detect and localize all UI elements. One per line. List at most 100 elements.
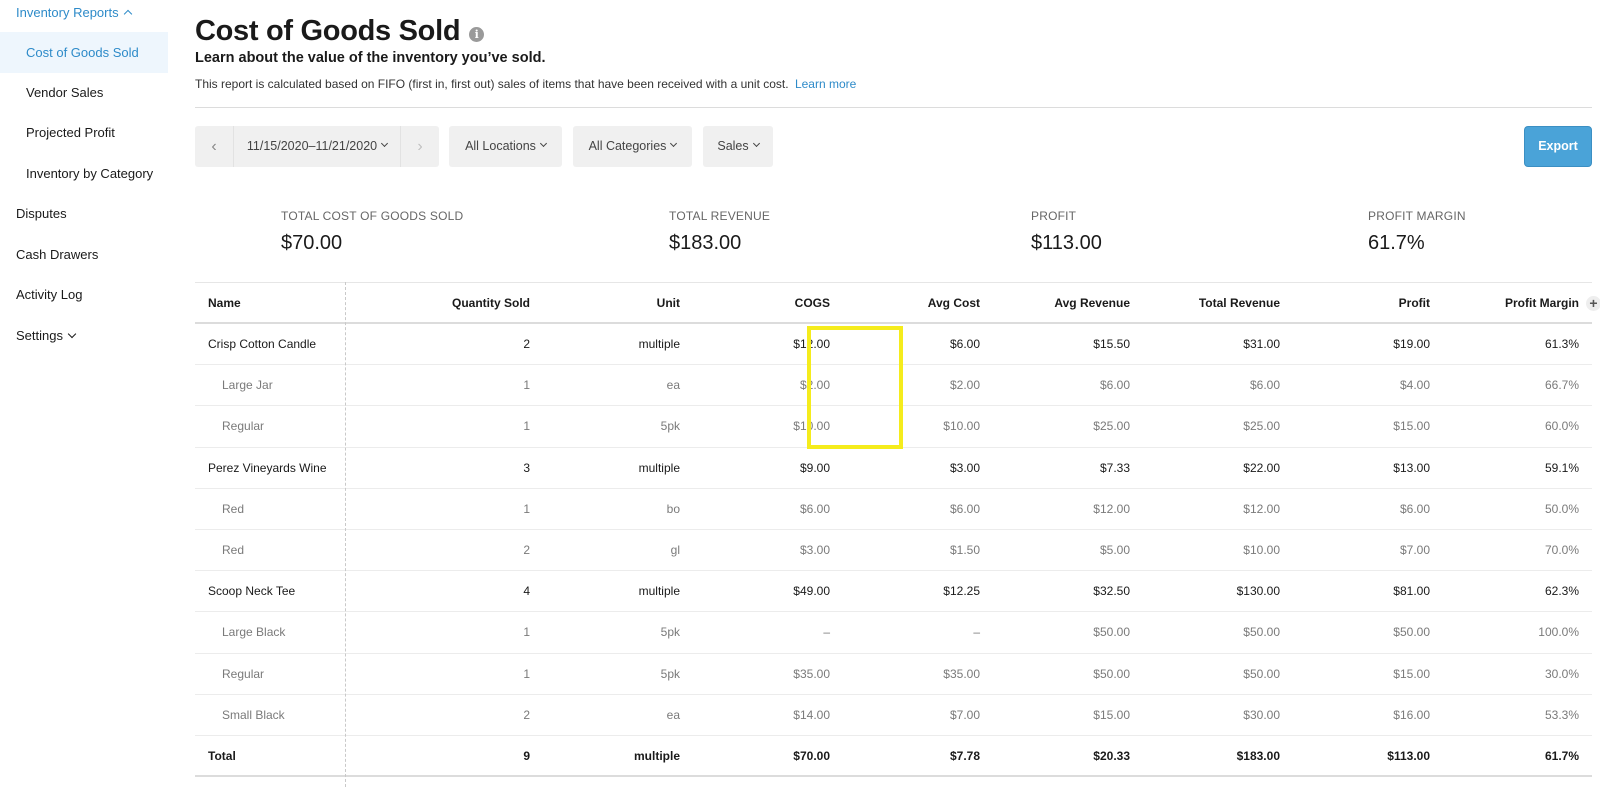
cell-name: Total [208,749,236,763]
export-button[interactable]: Export [1524,126,1592,167]
stat-value: $183.00 [669,232,742,254]
column-header-avg-revenue[interactable]: Avg Revenue [1054,282,1130,324]
column-header-cogs[interactable]: COGS [795,282,830,324]
sidebar-item-cash-drawers[interactable]: Cash Drawers [0,246,168,264]
cell-name: Perez Vineyards Wine [208,460,327,475]
stat-label: PROFIT [1031,209,1077,223]
cell-total-revenue: $183.00 [1236,749,1280,763]
info-icon[interactable]: i [469,27,485,42]
sidebar-item-label: Settings [16,328,63,343]
cell-profit: $13.00 [1393,460,1430,475]
date-range-dropdown[interactable]: 11/15/2020–11/21/2020 [233,126,401,167]
table-row[interactable]: Crisp Cotton Candle 2 multiple $12.00 $6.00 $… [195,324,1592,366]
page-subtitle: Learn about the value of the inventory y… [195,50,546,66]
summary-profit: PROFIT $113.00 [1031,209,1102,255]
cell-profit: $50.00 [1393,625,1430,640]
cell-avg-cost: $7.00 [949,707,980,722]
table-row[interactable]: Large Jar 1 ea $2.00 $2.00 $6.00 $6.00 $4.00 66.… [195,365,1592,407]
sidebar-item-cost-of-goods-sold[interactable]: Cost of Goods Sold [0,32,168,73]
cell-quantity-sold: 1 [523,419,530,434]
sidebar-item-disputes[interactable]: Disputes [0,205,168,223]
sidebar-item-label: Inventory by Category [26,166,154,181]
cell-avg-revenue: $50.00 [1093,666,1130,681]
table-row[interactable]: Small Black 2 ea $14.00 $7.00 $15.00 $30.00 $16… [195,695,1592,736]
table-row[interactable]: Scoop Neck Tee 4 multiple $49.00 $12.25 $32.5… [195,571,1592,613]
cell-quantity-sold: 2 [523,337,530,351]
date-range-label: 11/15/2020–11/21/2020 [246,139,378,153]
cell-profit: $113.00 [1387,749,1430,763]
sidebar-item-projected-profit[interactable]: Projected Profit [0,124,168,142]
page-description: This report is calculated based on FIFO … [195,77,856,91]
cell-total-revenue: $30.00 [1243,707,1280,722]
cell-total-revenue: $22.00 [1243,460,1280,475]
sidebar-item-settings[interactable]: Settings [0,327,168,345]
cell-unit: bo [666,501,680,516]
sidebar-item-label: Disputes [16,206,67,221]
table-row[interactable]: Red 1 bo $6.00 $6.00 $12.00 $12.00 $6.00 50.0% [195,489,1592,530]
cell-name: Scoop Neck Tee [208,584,296,599]
cell-profit-margin: 61.3% [1544,337,1579,351]
column-header-profit-margin[interactable]: Profit Margin [1505,282,1579,324]
cell-profit-margin: 60.0% [1544,419,1579,434]
column-header-avg-cost[interactable]: Avg Cost [928,282,980,324]
cell-cogs: $6.00 [799,501,830,516]
sales-dropdown[interactable]: Sales [703,126,773,167]
table-header-row: Name Quantity Sold Unit COGS Avg Cost Av… [195,282,1600,324]
cell-unit: multiple [638,337,680,351]
cell-total-revenue: $10.00 [1243,543,1280,557]
sidebar-section-inventory-reports[interactable]: Inventory Reports [0,4,168,22]
column-header-name[interactable]: Name [208,282,241,324]
sidebar-item-activity-log[interactable]: Activity Log [0,286,168,304]
table-row[interactable]: Red 2 gl $3.00 $1.50 $5.00 $10.00 $7.00 70.0% [195,530,1592,572]
table-row[interactable]: Regular 1 5pk $35.00 $35.00 $50.00 $50.00 $15.0… [195,654,1592,695]
cell-avg-cost: $6.00 [949,337,980,351]
sidebar-item-vendor-sales[interactable]: Vendor Sales [0,84,168,102]
table-row[interactable]: Large Black 1 5pk – – $50.00 $50.00 $50.00 100.0… [195,612,1592,654]
summary-profit-margin: PROFIT MARGIN 61.7% [1368,209,1466,255]
table-row[interactable]: Perez Vineyards Wine 3 multiple $9.00 $3.00 $… [195,448,1592,489]
table-row[interactable]: Regular 1 5pk $10.00 $10.00 $25.00 $25.00 $15.0… [195,406,1592,448]
categories-dropdown[interactable]: All Categories [573,126,692,167]
cell-total-revenue: $50.00 [1243,625,1280,640]
learn-more-link[interactable]: Learn more [795,77,856,91]
stat-value: 61.7% [1368,232,1425,254]
table-total-row[interactable]: Total 9 multiple $70.00 $7.78 $20.33 $183.00 $1… [195,736,1592,778]
cell-cogs: $12.00 [793,337,830,351]
cell-name: Regular [222,419,265,434]
stat-label: PROFIT MARGIN [1368,209,1466,223]
cell-quantity-sold: 3 [523,460,530,475]
title-row: Cost of Goods Sold i [195,15,485,48]
cell-unit: 5pk [660,419,680,434]
date-range-group: ‹ 11/15/2020–11/21/2020 › [195,126,439,167]
cell-quantity-sold: 1 [523,625,530,640]
column-header-profit[interactable]: Profit [1399,282,1430,324]
cell-avg-cost: $1.50 [949,543,980,557]
next-date-button[interactable]: › [401,126,439,167]
column-header-unit[interactable]: Unit [657,282,680,324]
cell-avg-revenue: $5.00 [1099,543,1130,557]
cell-profit-margin: 30.0% [1544,666,1579,681]
cell-avg-revenue: $6.00 [1099,378,1130,393]
column-header-total-revenue[interactable]: Total Revenue [1199,282,1280,324]
name-column-divider [345,282,346,787]
sidebar-item-inventory-by-category[interactable]: Inventory by Category [0,165,168,183]
sales-label: Sales [717,139,749,153]
cell-total-revenue: $12.00 [1243,501,1280,516]
cell-profit-margin: 62.3% [1544,584,1579,599]
cell-profit-margin: 66.7% [1544,378,1579,393]
locations-dropdown[interactable]: All Locations [449,126,562,167]
cell-quantity-sold: 1 [523,666,530,681]
cell-quantity-sold: 2 [523,543,530,557]
cell-unit: multiple [638,584,680,599]
cell-profit-margin: 61.7% [1544,749,1579,763]
sidebar: Inventory Reports Cost of Goods Sold Ven… [0,0,168,791]
cell-profit-margin: 53.3% [1544,707,1579,722]
summary-total-revenue: TOTAL REVENUE $183.00 [669,209,770,255]
cell-cogs: $10.00 [793,419,830,434]
previous-date-button[interactable]: ‹ [195,126,233,167]
cell-avg-revenue: $12.00 [1093,501,1130,516]
cell-unit: ea [666,707,680,722]
cell-profit-margin: 100.0% [1538,625,1579,640]
column-header-quantity-sold[interactable]: Quantity Sold [452,282,530,324]
add-column-icon[interactable]: + [1586,296,1600,311]
